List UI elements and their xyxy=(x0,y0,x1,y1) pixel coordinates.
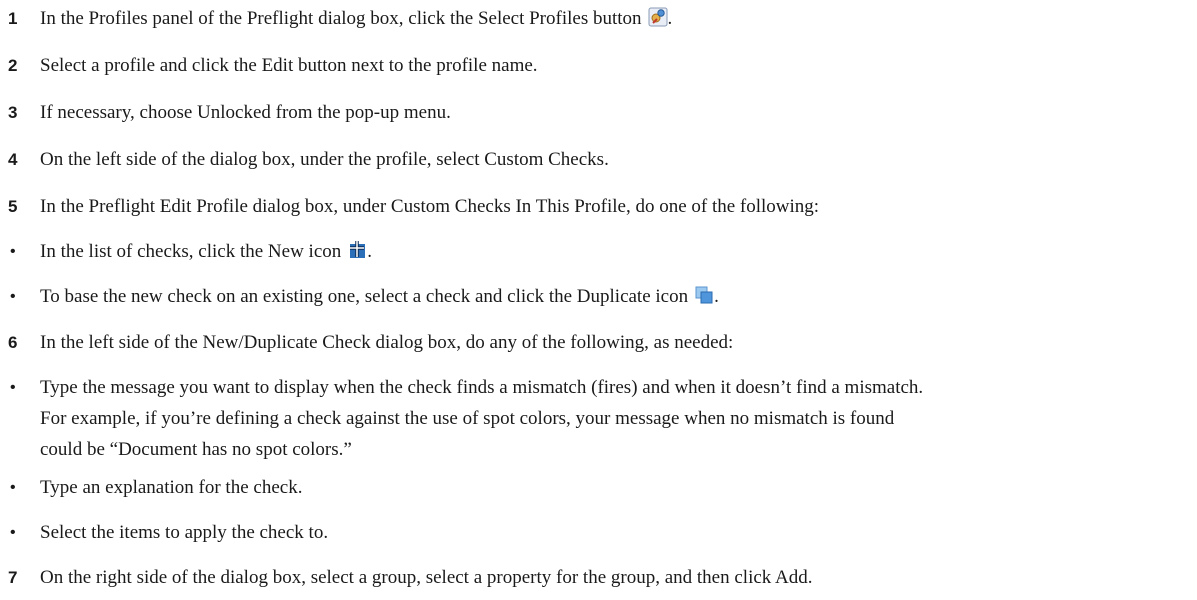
bullet-text: In the list of checks, click the New ico… xyxy=(40,241,342,262)
step-text: On the left side of the dialog box, unde… xyxy=(40,149,609,170)
bullet-mark: • xyxy=(10,379,16,396)
document-page: 1 In the Profiles panel of the Preflight… xyxy=(0,0,1197,600)
bullet-text: Type an explanation for the check. xyxy=(40,477,303,498)
bullet-text: Select the items to apply the check to. xyxy=(40,522,329,543)
bullet-text-line-1: Type the message you want to display whe… xyxy=(40,377,924,398)
step-number: 6 xyxy=(8,333,18,352)
step-text: In the Profiles panel of the Preflight d… xyxy=(40,8,642,29)
bullet-mark: • xyxy=(10,243,16,260)
step-text: On the right side of the dialog box, sel… xyxy=(40,567,813,588)
bullet-mark: • xyxy=(10,524,16,541)
bullet-mark: • xyxy=(10,479,16,496)
step-number: 3 xyxy=(8,103,18,122)
step-number: 2 xyxy=(8,56,18,75)
select-profiles-icon xyxy=(648,7,668,27)
bullet-text-line-3: could be “Document has no spot colors.” xyxy=(40,439,352,460)
step-text: In the Preflight Edit Profile dialog box… xyxy=(40,196,820,217)
step-number: 4 xyxy=(8,150,18,169)
step-number: 5 xyxy=(8,197,18,216)
duplicate-icon xyxy=(695,286,713,304)
step-text: In the left side of the New/Duplicate Ch… xyxy=(40,332,734,353)
bullet-message: • Type the message you want to display w… xyxy=(8,373,1189,469)
new-icon xyxy=(350,241,366,258)
bullet-text-line-2: For example, if you’re defining a check … xyxy=(40,408,895,429)
step-text: Select a profile and click the Edit butt… xyxy=(40,55,538,76)
step-number: 7 xyxy=(8,568,18,587)
bullet-text: To base the new check on an existing one… xyxy=(40,286,689,307)
step-text: If necessary, choose Unlocked from the p… xyxy=(40,102,451,123)
step-number: 1 xyxy=(8,9,18,28)
bullet-mark: • xyxy=(10,288,16,305)
